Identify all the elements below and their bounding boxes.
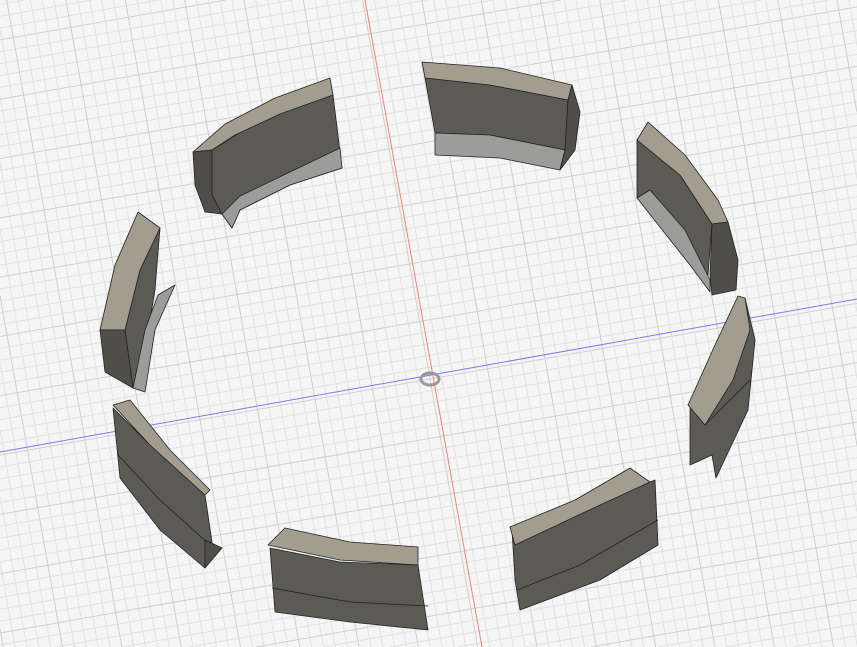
ring-segment-left-lower[interactable] (112, 399, 223, 569)
ring-segment-top[interactable] (421, 61, 581, 171)
ring-segment-right-upper[interactable] (636, 121, 739, 296)
ring-segment-bottom[interactable] (267, 527, 429, 631)
ring-segment-bottom-right[interactable] (509, 467, 659, 611)
3d-viewport[interactable] (0, 0, 857, 647)
segment-end-face (204, 539, 223, 569)
segment-end-face (709, 221, 739, 296)
model-body[interactable] (0, 0, 857, 647)
ring-segment-left-upper[interactable] (99, 211, 176, 393)
ring-segment-top-left[interactable] (192, 77, 343, 229)
